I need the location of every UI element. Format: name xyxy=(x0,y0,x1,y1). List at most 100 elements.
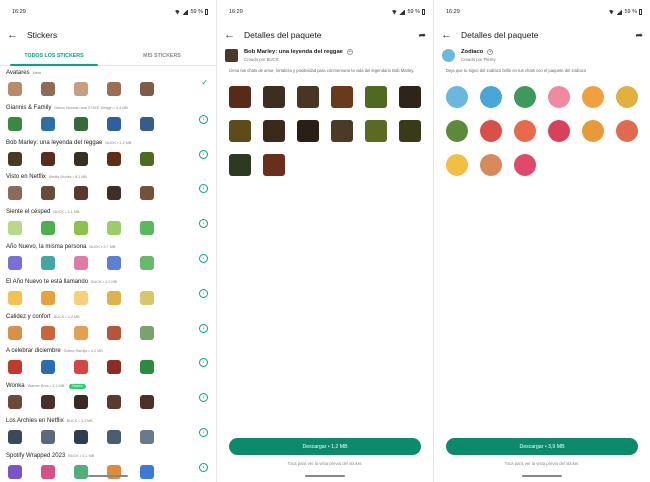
pack-name: Los Archies en Netflix xyxy=(6,417,64,424)
sticker-preview[interactable] xyxy=(331,120,353,142)
add-icon[interactable]: + xyxy=(487,49,494,55)
tab-all-stickers[interactable]: TODOS LOS STICKERS xyxy=(0,46,108,66)
pack-name: Siente el césped xyxy=(6,209,51,216)
sticker-thumbnail xyxy=(107,116,121,131)
download-icon[interactable]: ↓ xyxy=(199,114,208,124)
status-icons: 59 % xyxy=(608,9,642,15)
sticker-preview[interactable] xyxy=(480,120,502,142)
sticker-pack-row[interactable]: Siente el césped BUCK • 3,1 MB ↓ xyxy=(6,205,216,240)
pack-header: Avatares Meta xyxy=(6,66,216,76)
sticker-preview[interactable] xyxy=(548,120,570,142)
back-arrow-icon[interactable]: ← xyxy=(441,29,455,41)
sticker-thumbnail xyxy=(74,429,88,444)
sticker-preview[interactable] xyxy=(616,86,638,108)
wifi-icon xyxy=(608,9,615,15)
sticker-preview[interactable] xyxy=(229,86,251,108)
download-button[interactable]: Descargar • 1,2 MB xyxy=(229,438,421,455)
sticker-thumbnail xyxy=(140,429,154,444)
sticker-thumbnail xyxy=(8,429,22,444)
sticker-preview[interactable] xyxy=(263,120,285,142)
sticker-preview[interactable] xyxy=(229,154,251,176)
sticker-preview[interactable] xyxy=(582,120,604,142)
pack-thumbnails xyxy=(6,429,216,444)
preview-hint: Toca para ver la vista previa del sticke… xyxy=(504,461,580,466)
sticker-preview[interactable] xyxy=(365,120,387,142)
download-icon[interactable]: ↓ xyxy=(199,253,208,263)
pack-meta: BUCK • 3,7 MB xyxy=(89,244,116,249)
sticker-preview[interactable] xyxy=(399,120,421,142)
pack-header: Bob Marley: una leyenda del reggae BUCK •… xyxy=(6,136,216,146)
sticker-preview[interactable] xyxy=(446,86,468,108)
pack-thumbnails xyxy=(6,395,216,410)
download-icon[interactable]: ↓ xyxy=(199,149,208,159)
battery-icon xyxy=(205,9,208,15)
sticker-thumbnail xyxy=(8,82,22,96)
pack-meta: BUCK • 3,1 MB xyxy=(68,453,95,458)
pack-meta: BUCK • 3,3 MB xyxy=(66,418,93,423)
sticker-preview[interactable] xyxy=(446,120,468,142)
sticker-pack-row[interactable]: Giannis & Family Marco Norman and STATE D… xyxy=(6,101,216,136)
back-arrow-icon[interactable]: ← xyxy=(7,29,21,41)
sticker-pack-row[interactable]: Calidez y confort BUCK • 4,2 MB ↓ xyxy=(6,310,216,345)
sticker-preview[interactable] xyxy=(616,120,638,142)
sticker-preview[interactable] xyxy=(263,154,285,176)
sticker-preview[interactable] xyxy=(331,86,353,108)
sticker-preview[interactable] xyxy=(229,120,251,142)
sticker-preview[interactable] xyxy=(480,154,502,176)
download-icon[interactable]: ↓ xyxy=(199,323,208,333)
sticker-preview[interactable] xyxy=(514,154,536,176)
status-bar: 16:29 59 % xyxy=(0,0,216,24)
sticker-thumbnail xyxy=(107,255,121,270)
share-icon[interactable]: ➦ xyxy=(418,30,426,41)
new-badge: Nuevo xyxy=(69,383,86,389)
sticker-preview[interactable] xyxy=(297,86,319,108)
sticker-preview[interactable] xyxy=(514,120,536,142)
back-arrow-icon[interactable]: ← xyxy=(224,29,238,41)
sticker-thumbnail xyxy=(74,221,88,236)
sticker-thumbnail xyxy=(74,186,88,201)
status-icons: 59 % xyxy=(391,9,425,15)
pack-name: El Año Nuevo te está llamando xyxy=(6,278,89,285)
pack-meta: Sofiea Ramija • 4,2 MB xyxy=(63,349,103,354)
download-icon[interactable]: ↓ xyxy=(199,462,208,472)
tab-my-stickers[interactable]: MIS STICKERS xyxy=(108,46,216,65)
sticker-pack-row[interactable]: Bob Marley: una leyenda del reggae BUCK •… xyxy=(6,136,216,171)
sticker-thumbnail xyxy=(41,221,55,236)
pack-creator: Creado por Plenty xyxy=(461,57,496,62)
sticker-preview[interactable] xyxy=(446,154,468,176)
share-icon[interactable]: ➦ xyxy=(635,30,643,41)
sticker-preview[interactable] xyxy=(365,86,387,108)
download-icon[interactable]: ↓ xyxy=(199,427,208,437)
sticker-pack-row[interactable]: Wonka Warner Bros • 3,1 MB Nuevo ↓ xyxy=(6,379,216,414)
pack-header: Visto en Netflix Media Monks • 8,1 MB xyxy=(6,170,216,180)
sticker-preview[interactable] xyxy=(263,86,285,108)
sticker-pack-row[interactable]: Los Archies en Netflix BUCK • 3,3 MB ↓ xyxy=(6,414,216,449)
sticker-thumbnail xyxy=(41,116,55,131)
sticker-pack-row[interactable]: Visto en Netflix Media Monks • 8,1 MB ↓ xyxy=(6,170,216,205)
sticker-pack-row[interactable]: Spotify Wrapped 2023 BUCK • 3,1 MB ↓ xyxy=(6,449,216,482)
sticker-pack-row[interactable]: El Año Nuevo te está llamando BUCK • 4,2 … xyxy=(6,275,216,310)
sticker-thumbnail xyxy=(74,116,88,131)
sticker-preview[interactable] xyxy=(548,86,570,108)
sticker-thumbnail xyxy=(107,395,121,410)
sticker-thumbnail xyxy=(74,82,88,96)
sticker-preview[interactable] xyxy=(480,86,502,108)
sticker-pack-row[interactable]: A celebrar diciembre Sofiea Ramija • 4,2 … xyxy=(6,344,216,379)
installed-check-icon: ✓ xyxy=(201,78,208,87)
sticker-preview[interactable] xyxy=(297,120,319,142)
download-icon[interactable]: ↓ xyxy=(199,288,208,298)
sticker-preview[interactable] xyxy=(514,86,536,108)
sticker-thumbnail xyxy=(41,255,55,270)
sticker-pack-row[interactable]: Avatares Meta ✓ xyxy=(6,66,216,101)
sticker-thumbnail xyxy=(41,290,55,305)
wifi-icon xyxy=(174,9,181,15)
app-bar: ← Detalles del paquete ➦ xyxy=(434,24,650,46)
battery-icon xyxy=(639,9,642,15)
sticker-thumbnail xyxy=(140,186,154,201)
sticker-preview[interactable] xyxy=(582,86,604,108)
sticker-thumbnail xyxy=(107,290,121,305)
add-icon[interactable]: + xyxy=(346,49,353,55)
download-button[interactable]: Descargar • 3,9 MB xyxy=(446,438,638,455)
sticker-pack-row[interactable]: Año Nuevo, la misma persona BUCK • 3,7 MB… xyxy=(6,240,216,275)
sticker-preview[interactable] xyxy=(399,86,421,108)
